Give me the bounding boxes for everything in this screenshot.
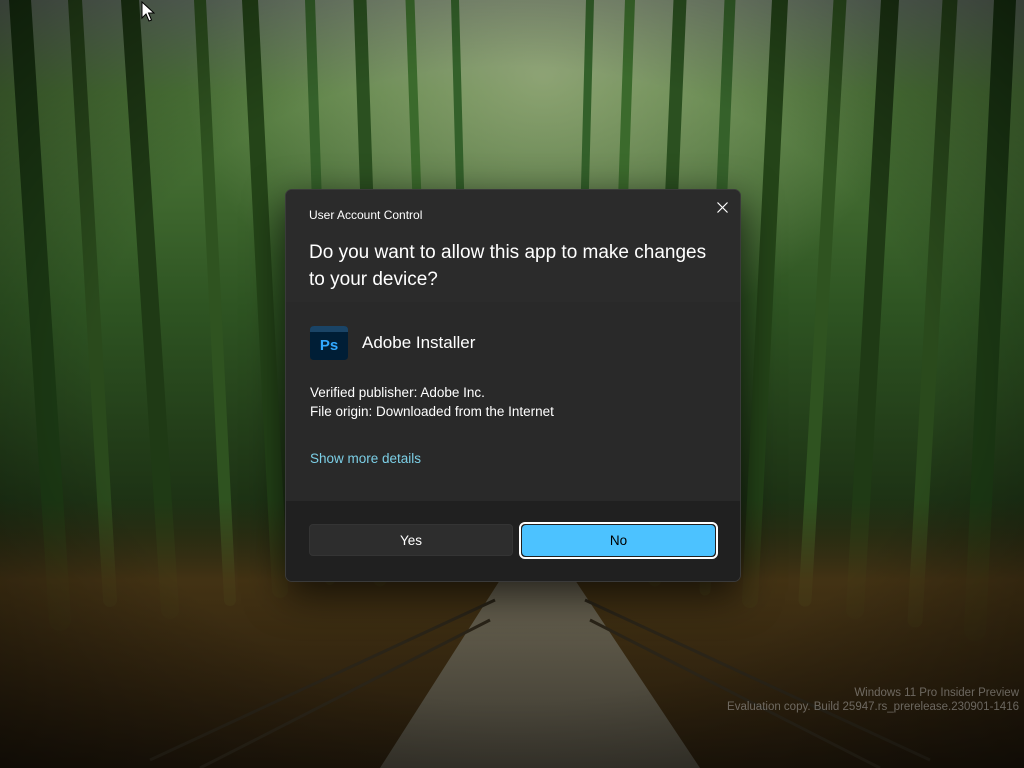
app-name: Adobe Installer [362, 333, 476, 352]
no-button[interactable]: No [522, 525, 715, 556]
photoshop-icon: Ps [310, 326, 348, 360]
desktop: Windows 11 Pro Insider Preview Evaluatio… [0, 0, 1024, 768]
user-account-control-dialog: User Account Control Do you want to allo… [285, 189, 741, 582]
dialog-header: User Account Control Do you want to allo… [286, 190, 740, 302]
dialog-body: Ps Adobe Installer Verified publisher: A… [286, 302, 740, 501]
dialog-question: Do you want to allow this app to make ch… [309, 242, 707, 290]
verified-publisher: Verified publisher: Adobe Inc. [310, 385, 485, 400]
watermark-line-build: Evaluation copy. Build 25947.rs_prerelea… [727, 701, 1019, 713]
dialog-footer: Yes No [286, 501, 740, 581]
svg-text:Ps: Ps [320, 337, 338, 354]
mouse-cursor-icon [141, 1, 155, 22]
show-more-details-link[interactable]: Show more details [310, 451, 421, 466]
windows-evaluation-watermark: Windows 11 Pro Insider Preview Evaluatio… [727, 686, 1019, 714]
dialog-title: User Account Control [309, 208, 423, 222]
watermark-line-edition: Windows 11 Pro Insider Preview [854, 687, 1019, 699]
close-button[interactable] [708, 194, 736, 220]
close-icon [716, 201, 728, 213]
file-origin: File origin: Downloaded from the Interne… [310, 404, 554, 419]
yes-button[interactable]: Yes [309, 524, 513, 556]
